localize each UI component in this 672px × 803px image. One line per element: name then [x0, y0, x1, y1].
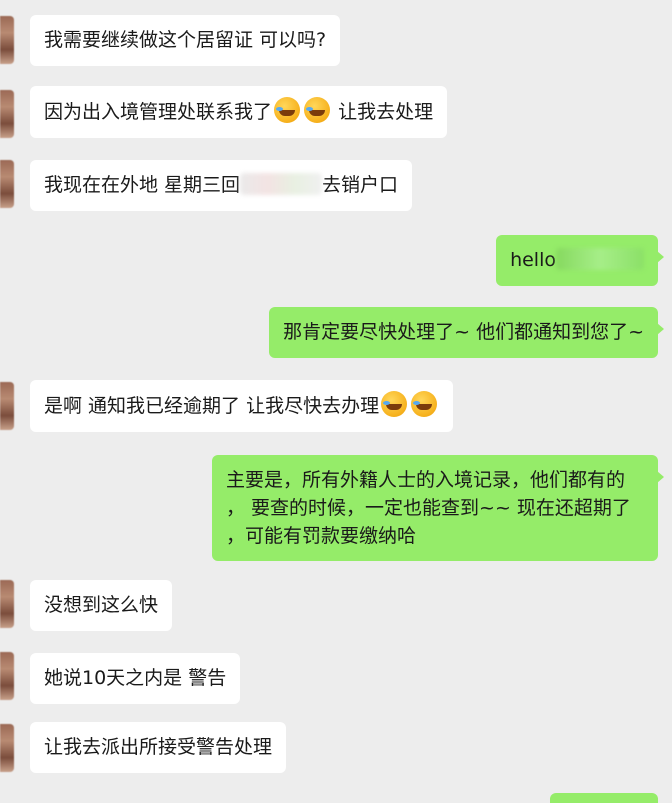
message-text: 没想到这么快 — [44, 594, 159, 616]
message-text: 那肯定要尽快处理了~ 他们都通知到您了~ — [283, 321, 644, 343]
message-bubble-incoming[interactable]: 是啊 通知我已经逾期了 让我尽快去办理 — [30, 380, 454, 432]
contact-avatar[interactable] — [0, 580, 14, 628]
message-text-continued: 去销户口 — [322, 174, 399, 196]
message-bubble-incoming[interactable]: 我需要继续做这个居留证 可以吗? — [30, 15, 341, 66]
message-text-continued: 让我去处理 — [338, 101, 434, 123]
contact-avatar[interactable] — [0, 90, 14, 138]
laugh-cry-emoji-icon — [411, 391, 438, 417]
message-bubble-incoming[interactable]: 我现在在外地 星期三回 去销户口 — [30, 160, 413, 211]
message-text: 因为出入境管理处联系我了 — [44, 101, 273, 123]
message-text: 我现在在外地 星期三回 — [44, 174, 241, 196]
contact-avatar[interactable] — [0, 16, 14, 64]
contact-avatar[interactable] — [0, 160, 14, 208]
message-text: 让我去派出所接受警告处理 — [44, 736, 273, 758]
laugh-cry-emoji-icon — [304, 97, 331, 123]
message-bubble-outgoing-partial[interactable] — [550, 793, 658, 803]
message-bubble-outgoing[interactable]: hello — [496, 235, 664, 286]
message-bubble-incoming[interactable]: 因为出入境管理处联系我了 让我去处理 — [30, 86, 448, 138]
message-bubble-incoming[interactable]: 让我去派出所接受警告处理 — [30, 722, 287, 773]
message-line: ，可能有罚款要缴纳哈 — [226, 525, 417, 547]
chat-conversation: 我需要继续做这个居留证 可以吗? 因为出入境管理处联系我了 让我去处理 我现在在… — [0, 0, 672, 803]
message-text: hello — [510, 249, 556, 271]
message-bubble-outgoing[interactable]: 那肯定要尽快处理了~ 他们都通知到您了~ — [269, 307, 664, 358]
message-text: 我需要继续做这个居留证 可以吗? — [44, 29, 327, 51]
contact-avatar[interactable] — [0, 382, 14, 430]
message-text: 她说10天之内是 警告 — [44, 667, 227, 689]
contact-avatar[interactable] — [0, 724, 14, 772]
message-bubble-incoming[interactable]: 没想到这么快 — [30, 580, 173, 631]
redacted-blur — [556, 248, 644, 270]
message-text: 是啊 通知我已经逾期了 让我尽快去办理 — [44, 395, 380, 417]
message-bubble-incoming[interactable]: 她说10天之内是 警告 — [30, 653, 241, 704]
laugh-cry-emoji-icon — [274, 97, 301, 123]
contact-avatar[interactable] — [0, 652, 14, 700]
message-bubble-outgoing[interactable]: 主要是，所有外籍人士的入境记录，他们都有的 ， 要查的时候，一定也能查到~~ 现… — [212, 455, 664, 561]
message-line: 主要是，所有外籍人士的入境记录，他们都有的 — [226, 469, 626, 491]
laugh-cry-emoji-icon — [381, 391, 408, 417]
redacted-blur — [240, 173, 323, 195]
message-line: ， 要查的时候，一定也能查到~~ 现在还超期了 — [226, 497, 631, 519]
